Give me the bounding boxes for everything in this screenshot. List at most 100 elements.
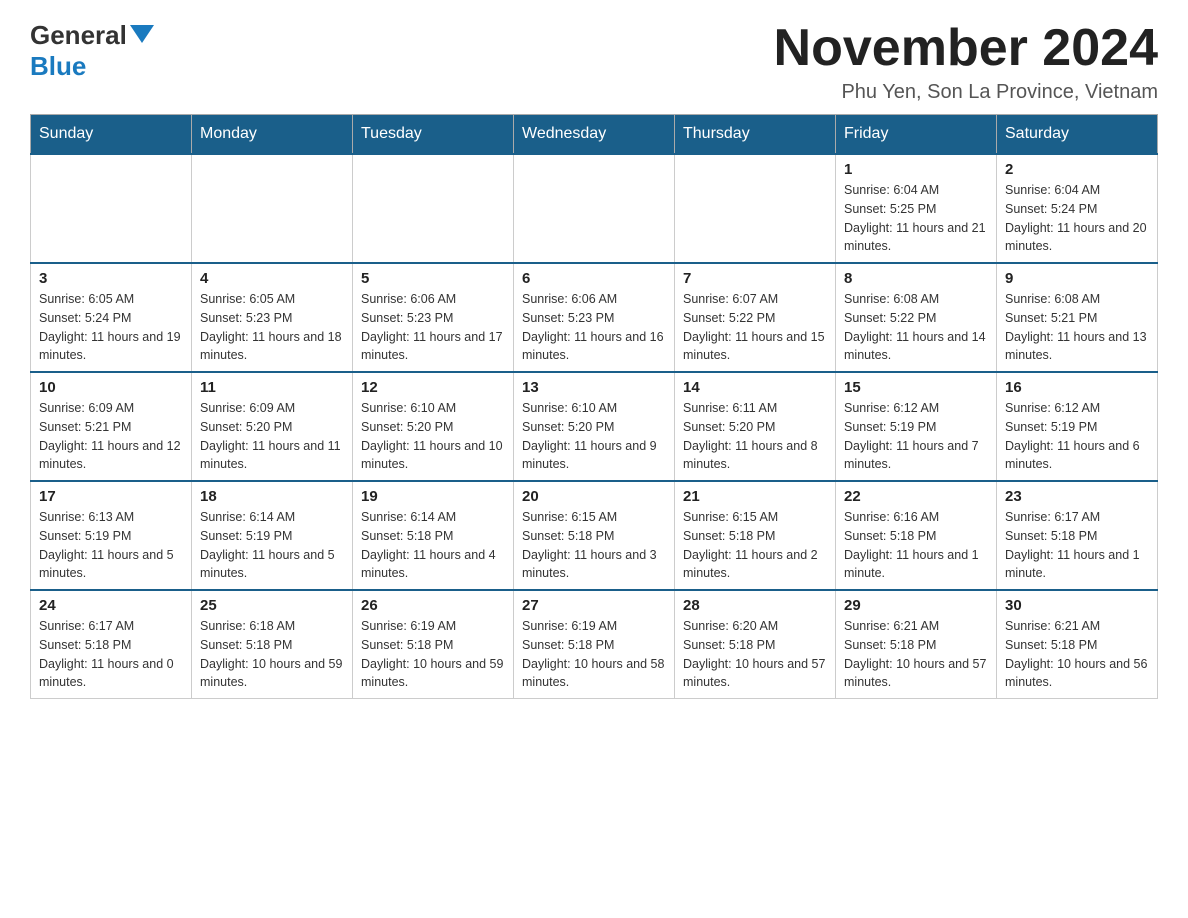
day-info: Sunrise: 6:09 AMSunset: 5:21 PMDaylight:…	[39, 399, 183, 474]
day-info: Sunrise: 6:07 AMSunset: 5:22 PMDaylight:…	[683, 290, 827, 365]
day-info: Sunrise: 6:16 AMSunset: 5:18 PMDaylight:…	[844, 508, 988, 583]
day-info: Sunrise: 6:09 AMSunset: 5:20 PMDaylight:…	[200, 399, 344, 474]
day-number: 23	[1005, 488, 1149, 505]
weekday-header-sunday: Sunday	[31, 115, 192, 155]
weekday-header-tuesday: Tuesday	[353, 115, 514, 155]
day-number: 1	[844, 161, 988, 178]
weekday-header-wednesday: Wednesday	[514, 115, 675, 155]
calendar-cell: 17Sunrise: 6:13 AMSunset: 5:19 PMDayligh…	[31, 481, 192, 590]
week-row-1: 1 Sunrise: 6:04 AMSunset: 5:25 PMDaylight…	[31, 154, 1158, 263]
calendar-cell: 27 Sunrise: 6:19 AMSunset: 5:18 PMDayligh…	[514, 590, 675, 699]
calendar-cell: 12 Sunrise: 6:10 AMSunset: 5:20 PMDayligh…	[353, 372, 514, 481]
day-info: Sunrise: 6:15 AMSunset: 5:18 PMDaylight:…	[522, 508, 666, 583]
day-number: 6	[522, 270, 666, 287]
day-number: 19	[361, 488, 505, 505]
day-info: Sunrise: 6:19 AMSunset: 5:18 PMDaylight:…	[522, 617, 666, 692]
logo: General Blue	[30, 20, 154, 82]
calendar-cell: 19 Sunrise: 6:14 AMSunset: 5:18 PMDayligh…	[353, 481, 514, 590]
day-number: 27	[522, 597, 666, 614]
calendar-cell: 25 Sunrise: 6:18 AMSunset: 5:18 PMDayligh…	[192, 590, 353, 699]
calendar-cell: 23 Sunrise: 6:17 AMSunset: 5:18 PMDayligh…	[997, 481, 1158, 590]
week-row-2: 3 Sunrise: 6:05 AMSunset: 5:24 PMDaylight…	[31, 263, 1158, 372]
day-number: 12	[361, 379, 505, 396]
day-info: Sunrise: 6:08 AMSunset: 5:21 PMDaylight:…	[1005, 290, 1149, 365]
day-info: Sunrise: 6:05 AMSunset: 5:23 PMDaylight:…	[200, 290, 344, 365]
day-info: Sunrise: 6:04 AMSunset: 5:24 PMDaylight:…	[1005, 181, 1149, 256]
weekday-header-friday: Friday	[836, 115, 997, 155]
logo-blue-text: Blue	[30, 51, 86, 82]
day-info: Sunrise: 6:04 AMSunset: 5:25 PMDaylight:…	[844, 181, 988, 256]
day-info: Sunrise: 6:21 AMSunset: 5:18 PMDaylight:…	[1005, 617, 1149, 692]
logo-general-text: General	[30, 20, 127, 51]
day-info: Sunrise: 6:10 AMSunset: 5:20 PMDaylight:…	[361, 399, 505, 474]
calendar-cell: 11 Sunrise: 6:09 AMSunset: 5:20 PMDayligh…	[192, 372, 353, 481]
day-number: 30	[1005, 597, 1149, 614]
day-number: 10	[39, 379, 183, 396]
calendar-cell: 20 Sunrise: 6:15 AMSunset: 5:18 PMDayligh…	[514, 481, 675, 590]
calendar-cell: 14Sunrise: 6:11 AMSunset: 5:20 PMDayligh…	[675, 372, 836, 481]
day-info: Sunrise: 6:05 AMSunset: 5:24 PMDaylight:…	[39, 290, 183, 365]
month-title: November 2024	[774, 20, 1158, 77]
day-info: Sunrise: 6:06 AMSunset: 5:23 PMDaylight:…	[522, 290, 666, 365]
calendar-table: SundayMondayTuesdayWednesdayThursdayFrid…	[30, 114, 1158, 699]
day-number: 20	[522, 488, 666, 505]
page-header: General Blue November 2024 Phu Yen, Son …	[30, 20, 1158, 104]
calendar-cell: 1 Sunrise: 6:04 AMSunset: 5:25 PMDaylight…	[836, 154, 997, 263]
logo-triangle-icon	[130, 25, 154, 43]
day-number: 15	[844, 379, 988, 396]
day-number: 22	[844, 488, 988, 505]
calendar-cell	[353, 154, 514, 263]
week-row-4: 17Sunrise: 6:13 AMSunset: 5:19 PMDayligh…	[31, 481, 1158, 590]
calendar-cell: 29 Sunrise: 6:21 AMSunset: 5:18 PMDayligh…	[836, 590, 997, 699]
calendar-cell: 22 Sunrise: 6:16 AMSunset: 5:18 PMDayligh…	[836, 481, 997, 590]
day-info: Sunrise: 6:10 AMSunset: 5:20 PMDaylight:…	[522, 399, 666, 474]
calendar-cell: 24Sunrise: 6:17 AMSunset: 5:18 PMDayligh…	[31, 590, 192, 699]
calendar-cell: 30 Sunrise: 6:21 AMSunset: 5:18 PMDayligh…	[997, 590, 1158, 699]
calendar-cell	[514, 154, 675, 263]
day-info: Sunrise: 6:06 AMSunset: 5:23 PMDaylight:…	[361, 290, 505, 365]
day-number: 26	[361, 597, 505, 614]
calendar-cell	[192, 154, 353, 263]
calendar-cell: 2 Sunrise: 6:04 AMSunset: 5:24 PMDaylight…	[997, 154, 1158, 263]
weekday-header-row: SundayMondayTuesdayWednesdayThursdayFrid…	[31, 115, 1158, 155]
day-info: Sunrise: 6:17 AMSunset: 5:18 PMDaylight:…	[1005, 508, 1149, 583]
day-number: 7	[683, 270, 827, 287]
day-info: Sunrise: 6:08 AMSunset: 5:22 PMDaylight:…	[844, 290, 988, 365]
calendar-cell: 3 Sunrise: 6:05 AMSunset: 5:24 PMDaylight…	[31, 263, 192, 372]
calendar-cell: 28Sunrise: 6:20 AMSunset: 5:18 PMDayligh…	[675, 590, 836, 699]
day-info: Sunrise: 6:12 AMSunset: 5:19 PMDaylight:…	[1005, 399, 1149, 474]
day-number: 8	[844, 270, 988, 287]
calendar-cell	[675, 154, 836, 263]
day-info: Sunrise: 6:21 AMSunset: 5:18 PMDaylight:…	[844, 617, 988, 692]
day-number: 2	[1005, 161, 1149, 178]
day-number: 9	[1005, 270, 1149, 287]
day-number: 11	[200, 379, 344, 396]
day-number: 21	[683, 488, 827, 505]
day-info: Sunrise: 6:18 AMSunset: 5:18 PMDaylight:…	[200, 617, 344, 692]
day-number: 29	[844, 597, 988, 614]
calendar-cell: 15Sunrise: 6:12 AMSunset: 5:19 PMDayligh…	[836, 372, 997, 481]
day-info: Sunrise: 6:14 AMSunset: 5:18 PMDaylight:…	[361, 508, 505, 583]
week-row-3: 10 Sunrise: 6:09 AMSunset: 5:21 PMDayligh…	[31, 372, 1158, 481]
calendar-cell	[31, 154, 192, 263]
day-number: 4	[200, 270, 344, 287]
day-number: 16	[1005, 379, 1149, 396]
calendar-cell: 9 Sunrise: 6:08 AMSunset: 5:21 PMDaylight…	[997, 263, 1158, 372]
title-section: November 2024 Phu Yen, Son La Province, …	[774, 20, 1158, 104]
calendar-cell: 7 Sunrise: 6:07 AMSunset: 5:22 PMDaylight…	[675, 263, 836, 372]
day-number: 14	[683, 379, 827, 396]
day-number: 24	[39, 597, 183, 614]
weekday-header-monday: Monday	[192, 115, 353, 155]
day-number: 13	[522, 379, 666, 396]
day-info: Sunrise: 6:14 AMSunset: 5:19 PMDaylight:…	[200, 508, 344, 583]
day-info: Sunrise: 6:20 AMSunset: 5:18 PMDaylight:…	[683, 617, 827, 692]
calendar-cell: 8 Sunrise: 6:08 AMSunset: 5:22 PMDaylight…	[836, 263, 997, 372]
day-number: 25	[200, 597, 344, 614]
calendar-cell: 13 Sunrise: 6:10 AMSunset: 5:20 PMDayligh…	[514, 372, 675, 481]
day-number: 3	[39, 270, 183, 287]
calendar-cell: 16 Sunrise: 6:12 AMSunset: 5:19 PMDayligh…	[997, 372, 1158, 481]
calendar-cell: 10 Sunrise: 6:09 AMSunset: 5:21 PMDayligh…	[31, 372, 192, 481]
day-number: 17	[39, 488, 183, 505]
day-number: 5	[361, 270, 505, 287]
weekday-header-thursday: Thursday	[675, 115, 836, 155]
